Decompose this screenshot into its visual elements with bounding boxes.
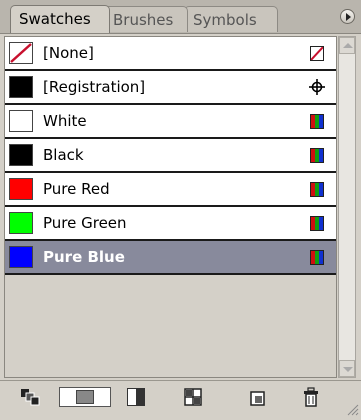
list-view-icon[interactable] [59,387,111,407]
tab-symbols[interactable]: Symbols [184,6,278,32]
scroll-down-button[interactable] [339,360,355,377]
process-color-icon [310,114,324,129]
green-swatch-chip [9,212,33,234]
flyout-arrow-icon [346,13,351,21]
blue-swatch-chip [9,246,33,268]
swatch-name: [None] [43,44,94,62]
swatches-panel: Symbols Brushes Swatches [None] [Registr… [0,0,361,416]
swatch-row-black[interactable]: Black [5,139,336,173]
swatch-name: White [43,112,87,130]
arrow-up-icon [343,43,353,48]
swatch-row-registration[interactable]: [Registration] [5,71,336,105]
registration-mark-icon [309,79,325,95]
swatch-name: [Registration] [43,78,146,96]
swatch-row-none[interactable]: [None] [5,37,336,71]
process-color-icon [310,250,324,265]
white-swatch-chip [9,110,33,132]
swatch-name: Pure Blue [43,248,125,266]
swatch-row-pure-red[interactable]: Pure Red [5,173,336,207]
small-view-icon[interactable] [127,388,145,406]
new-swatch-icon[interactable] [249,387,267,407]
process-color-icon [310,148,324,163]
process-color-icon [310,216,324,231]
no-color-icon [310,46,324,61]
none-swatch-chip [9,42,33,64]
swatch-row-pure-blue[interactable]: Pure Blue [5,241,336,275]
registration-swatch-chip [9,76,33,98]
tab-brushes[interactable]: Brushes [104,6,188,32]
view-thumbnail [76,390,94,404]
vertical-scrollbar[interactable] [338,36,356,378]
black-swatch-chip [9,144,33,166]
swatch-list: [None] [Registration] White Black Pure R… [4,36,337,378]
arrow-down-icon [343,367,353,372]
red-swatch-chip [9,178,33,200]
process-color-icon [310,182,324,197]
delete-swatch-icon[interactable] [302,387,320,407]
swatch-name: Pure Green [43,214,127,232]
show-swatch-kinds-icon[interactable] [20,387,42,407]
swatch-options-icon[interactable] [183,387,203,407]
swatch-name: Black [43,146,84,164]
tab-swatches[interactable]: Swatches [10,5,110,33]
tab-bar: Symbols Brushes Swatches [0,0,361,34]
resize-grip-icon[interactable] [347,401,359,416]
swatch-row-white[interactable]: White [5,105,336,139]
swatch-name: Pure Red [43,180,110,198]
panel-menu-button[interactable] [340,9,355,24]
swatch-row-pure-green[interactable]: Pure Green [5,207,336,241]
scroll-up-button[interactable] [339,37,355,54]
bottom-toolbar [0,380,361,416]
